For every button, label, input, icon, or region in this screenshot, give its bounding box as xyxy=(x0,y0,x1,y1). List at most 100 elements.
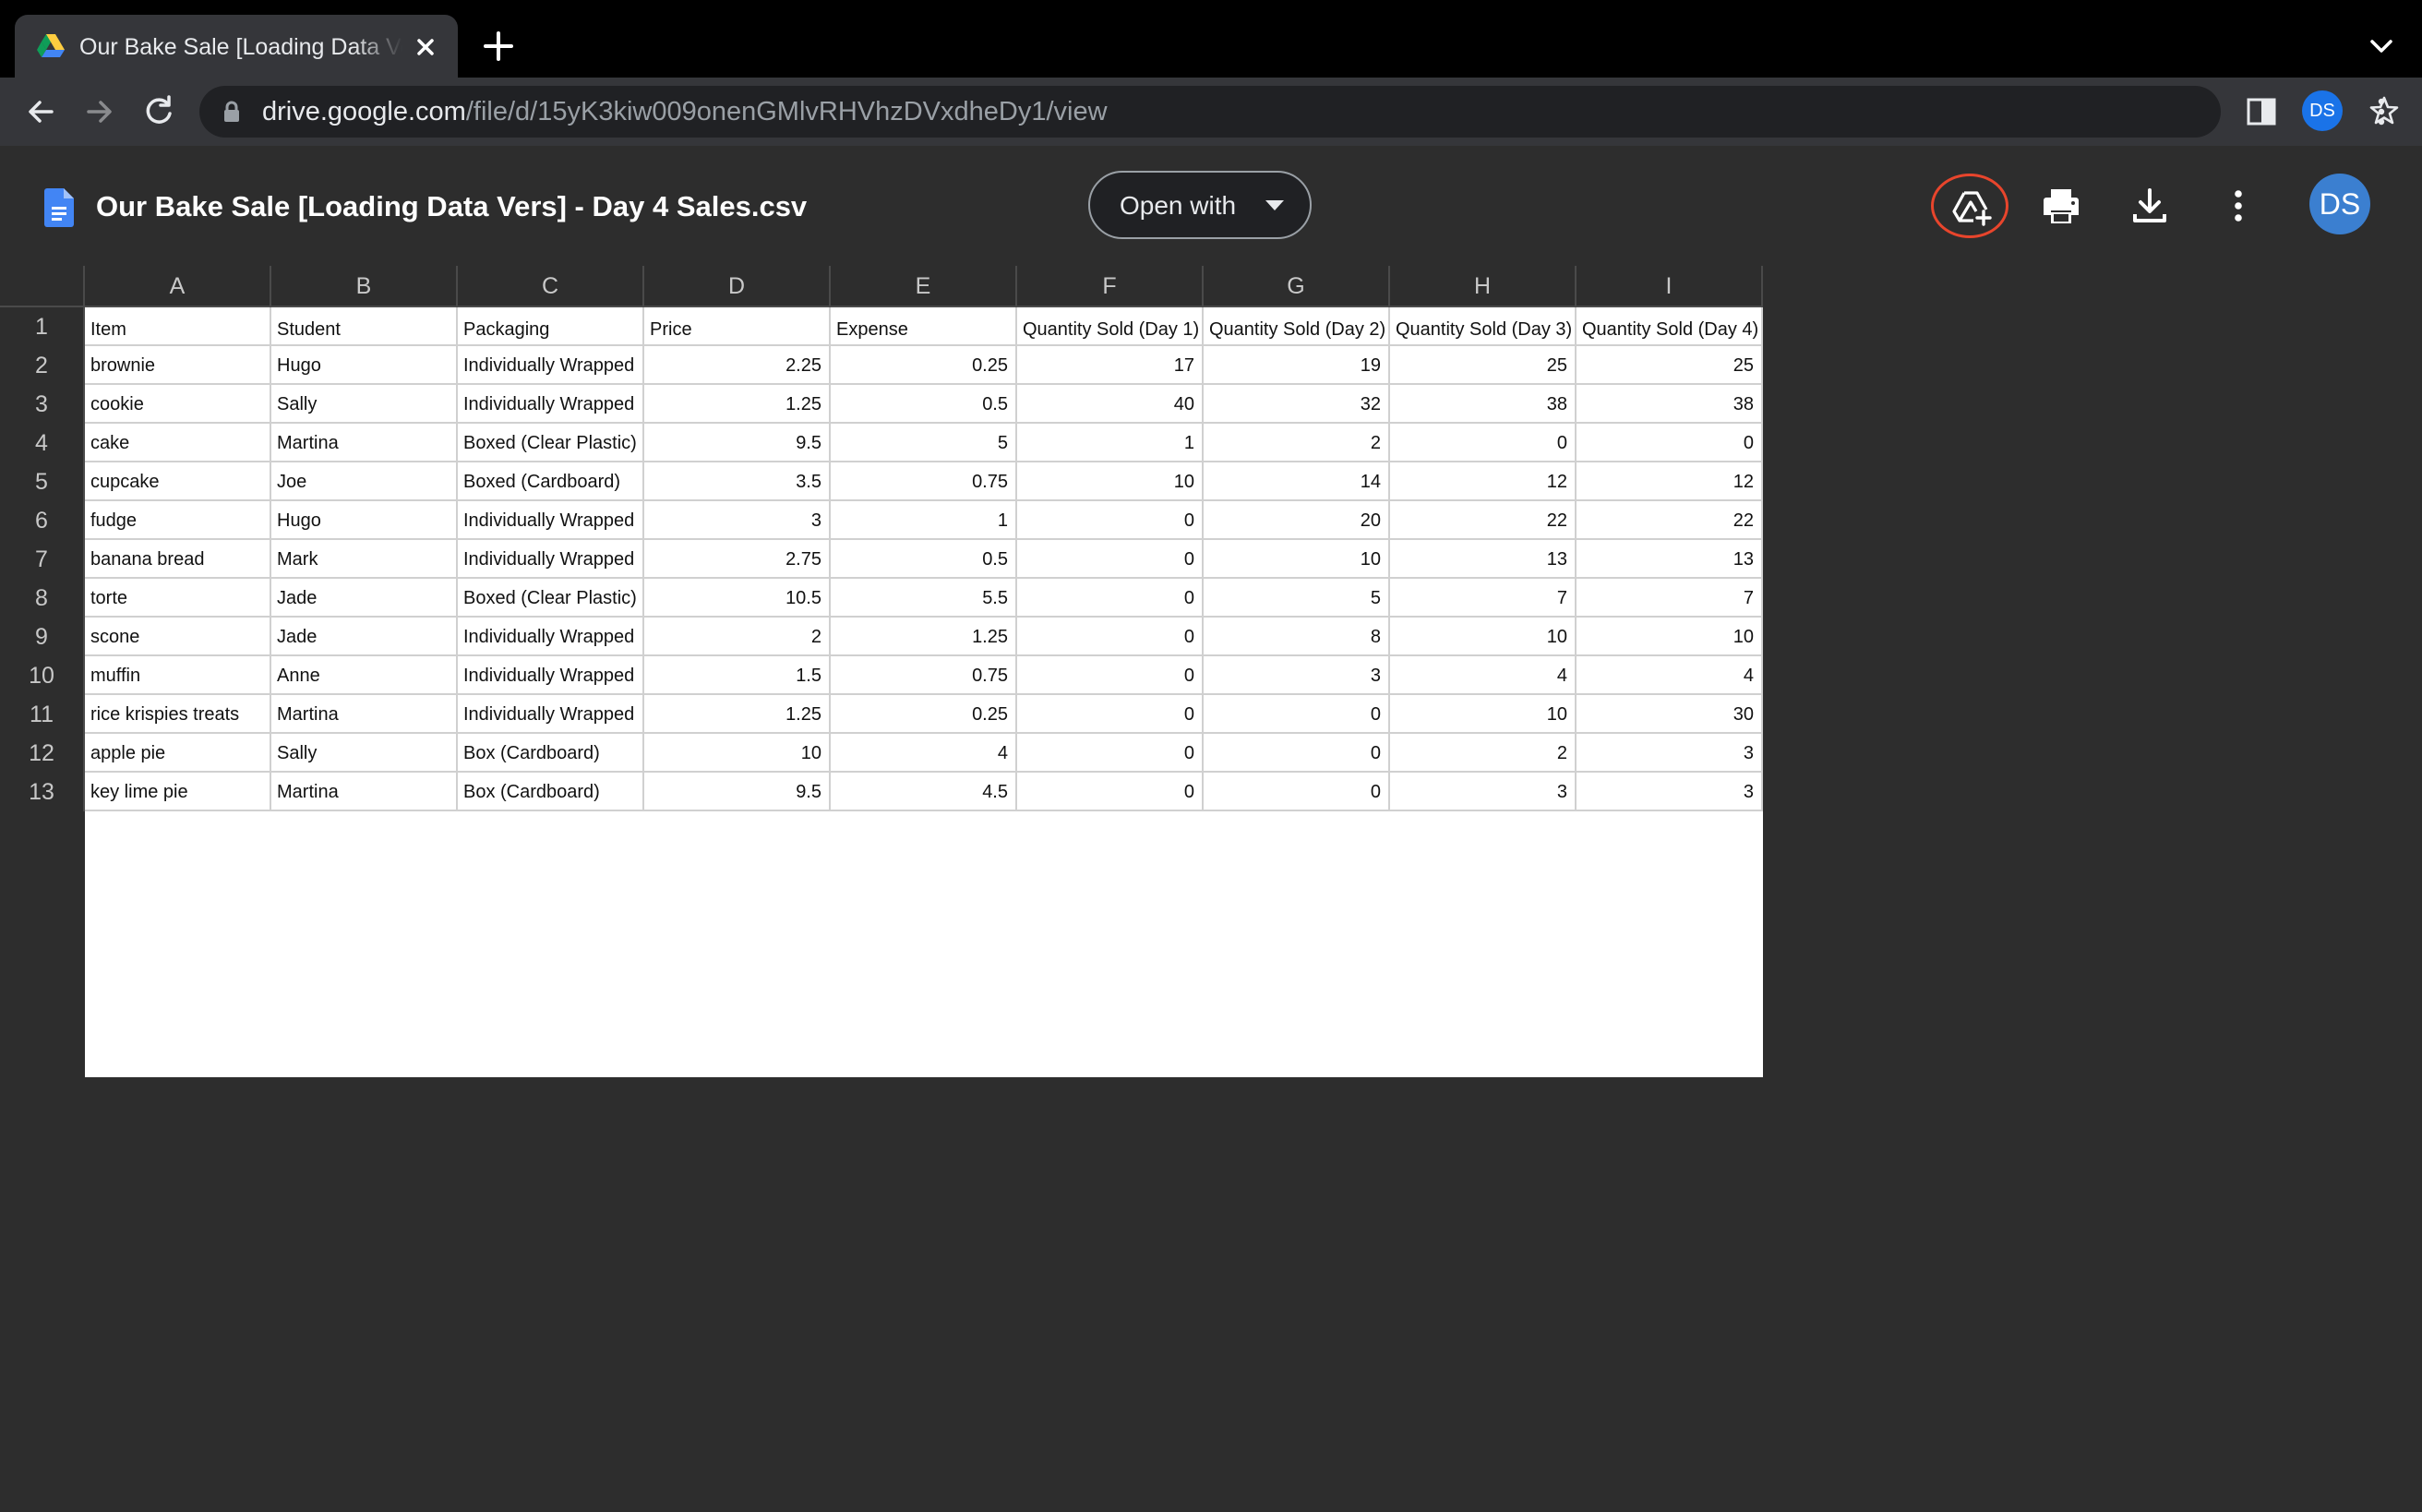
header-cell: Quantity Sold (Day 4) xyxy=(1577,307,1763,346)
table-cell: 0 xyxy=(1204,695,1390,734)
table-cell: 0 xyxy=(1577,424,1763,462)
table-cell: 10 xyxy=(1017,462,1204,501)
browser-tab[interactable]: Our Bake Sale [Loading Data Vers] - Day … xyxy=(15,15,458,78)
table-cell: 0 xyxy=(1017,656,1204,695)
table-cell: 12 xyxy=(1390,462,1577,501)
table-cell: Individually Wrapped xyxy=(458,656,644,695)
table-cell: 20 xyxy=(1204,501,1390,540)
document-title: Our Bake Sale [Loading Data Vers] - Day … xyxy=(96,190,808,222)
add-to-drive-icon xyxy=(1952,191,1992,226)
table-cell: 38 xyxy=(1577,385,1763,424)
column-header-h: H xyxy=(1390,266,1577,307)
corner-cell xyxy=(0,266,85,307)
table-cell: 1 xyxy=(1017,424,1204,462)
table-cell: banana bread xyxy=(85,540,271,579)
table-cell: 10 xyxy=(1390,695,1577,734)
lock-icon[interactable] xyxy=(222,101,242,123)
table-cell: Joe xyxy=(271,462,458,501)
table-cell: 10 xyxy=(1390,618,1577,656)
new-tab-plus-icon[interactable] xyxy=(480,28,517,65)
open-with-label: Open with xyxy=(1120,191,1237,220)
reload-icon[interactable] xyxy=(138,91,179,132)
table-cell: 5 xyxy=(1204,579,1390,618)
table-cell: 22 xyxy=(1577,501,1763,540)
table-cell: 0 xyxy=(1017,579,1204,618)
table-cell: 0 xyxy=(1017,695,1204,734)
chevron-down-icon[interactable] xyxy=(2363,28,2400,65)
column-header-g: G xyxy=(1204,266,1390,307)
table-cell: Individually Wrapped xyxy=(458,540,644,579)
table-cell: fudge xyxy=(85,501,271,540)
row-header-3: 3 xyxy=(0,385,85,424)
table-cell: 0.75 xyxy=(831,462,1017,501)
back-arrow-icon[interactable] xyxy=(20,91,61,132)
header-cell: Quantity Sold (Day 3) xyxy=(1390,307,1577,346)
header-cell: Price xyxy=(644,307,831,346)
add-to-drive-button[interactable] xyxy=(1931,174,2008,238)
table-cell: 25 xyxy=(1577,346,1763,385)
table-cell: torte xyxy=(85,579,271,618)
header-cell: Quantity Sold (Day 1) xyxy=(1017,307,1204,346)
download-icon[interactable] xyxy=(2128,185,2171,227)
table-cell: 0 xyxy=(1204,773,1390,811)
tab-title: Our Bake Sale [Loading Data Vers] - Day … xyxy=(79,34,402,60)
table-cell: 4.5 xyxy=(831,773,1017,811)
forward-arrow-icon[interactable] xyxy=(79,91,120,132)
browser-toolbar: drive.google.com/file/d/15yK3kiw009onenG… xyxy=(0,78,2422,146)
url-text: drive.google.com/file/d/15yK3kiw009onenG… xyxy=(262,95,1108,128)
close-icon[interactable] xyxy=(412,33,439,61)
row-header-11: 11 xyxy=(0,695,85,734)
table-cell: Martina xyxy=(271,773,458,811)
table-cell: 10 xyxy=(1204,540,1390,579)
table-cell: 3 xyxy=(1577,734,1763,773)
table-cell: 4 xyxy=(1390,656,1577,695)
open-with-button[interactable]: Open with xyxy=(1088,171,1312,239)
table-cell: 19 xyxy=(1204,346,1390,385)
table-cell: 2.75 xyxy=(644,540,831,579)
print-icon[interactable] xyxy=(2040,185,2082,227)
table-cell: 40 xyxy=(1017,385,1204,424)
table-cell: Jade xyxy=(271,618,458,656)
table-cell: Individually Wrapped xyxy=(458,501,644,540)
table-cell: cake xyxy=(85,424,271,462)
table-cell: Sally xyxy=(271,734,458,773)
table-cell: 0 xyxy=(1017,773,1204,811)
table-cell: 2.25 xyxy=(644,346,831,385)
header-cell: Item xyxy=(85,307,271,346)
table-cell: Box (Cardboard) xyxy=(458,773,644,811)
kebab-menu-icon[interactable] xyxy=(2361,91,2402,132)
table-cell: brownie xyxy=(85,346,271,385)
table-cell: cookie xyxy=(85,385,271,424)
table-cell: 13 xyxy=(1390,540,1577,579)
table-cell: 3 xyxy=(1390,773,1577,811)
side-panel-icon[interactable] xyxy=(2241,91,2282,132)
table-cell: 3 xyxy=(1577,773,1763,811)
address-bar[interactable]: drive.google.com/file/d/15yK3kiw009onenG… xyxy=(199,86,2399,138)
table-cell: 1 xyxy=(831,501,1017,540)
table-cell: 3 xyxy=(644,501,831,540)
table-cell: 38 xyxy=(1390,385,1577,424)
row-header-9: 9 xyxy=(0,618,85,656)
cell-grid: Item Student Packaging Price Expense Quantity… xyxy=(85,307,1763,1077)
table-cell: Hugo xyxy=(271,346,458,385)
more-options-icon[interactable] xyxy=(2217,185,2260,227)
table-cell: 1.5 xyxy=(644,656,831,695)
table-cell: scone xyxy=(85,618,271,656)
table-cell: Martina xyxy=(271,424,458,462)
table-cell: 0 xyxy=(1017,501,1204,540)
table-cell: 5.5 xyxy=(831,579,1017,618)
table-cell: 0 xyxy=(1017,734,1204,773)
row-header-13: 13 xyxy=(0,773,85,811)
table-cell: 10 xyxy=(1577,618,1763,656)
table-cell: 13 xyxy=(1577,540,1763,579)
table-cell: 1.25 xyxy=(831,618,1017,656)
table-cell: 1.25 xyxy=(644,385,831,424)
table-cell: muffin xyxy=(85,656,271,695)
profile-avatar[interactable]: DS xyxy=(2302,90,2343,131)
url-path: /file/d/15yK3kiw009onenGMlvRHVhzDVxdheDy… xyxy=(465,97,1108,126)
table-cell: 25 xyxy=(1390,346,1577,385)
table-cell: 14 xyxy=(1204,462,1390,501)
document-icon xyxy=(44,188,74,227)
user-avatar[interactable]: DS xyxy=(2309,174,2370,234)
column-header-a: A xyxy=(85,266,271,307)
